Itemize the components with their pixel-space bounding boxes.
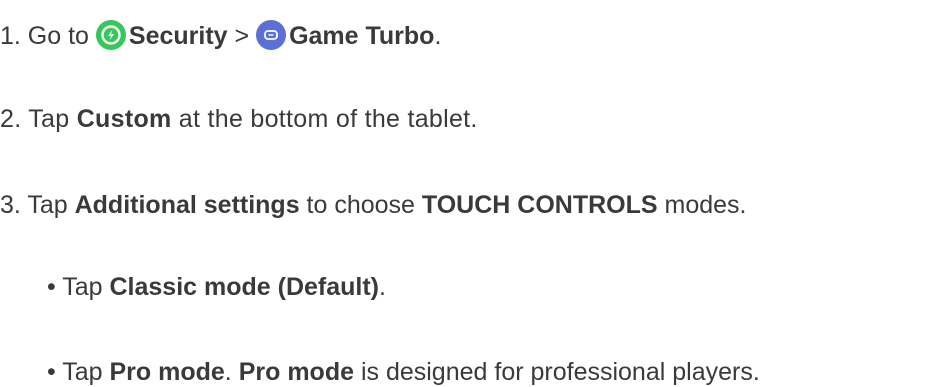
- step-3-middle: to choose: [299, 191, 422, 219]
- pro-mode-label-2: Pro mode: [238, 358, 354, 386]
- step-1-prefix: 1. Go to: [0, 22, 96, 50]
- step-1-suffix: .: [434, 22, 442, 50]
- bullet-1-prefix: • Tap: [47, 273, 110, 301]
- step-2-suffix: at the bottom of the tablet.: [171, 105, 478, 133]
- step-2-prefix: 2. Tap: [0, 105, 77, 133]
- touch-controls-label: TOUCH CONTROLS: [421, 191, 658, 219]
- custom-label: Custom: [76, 105, 172, 133]
- bullet-2-prefix: • Tap: [47, 358, 110, 386]
- security-app-icon: [95, 20, 126, 50]
- step-2: 2. Tap Custom at the bottom of the table…: [0, 104, 478, 134]
- game-turbo-app-icon: [256, 20, 287, 50]
- step-1-separator: >: [227, 22, 257, 50]
- bullet-2-suffix: is designed for professional players.: [354, 358, 760, 386]
- classic-mode-label: Classic mode (Default): [109, 273, 380, 301]
- additional-settings-label: Additional settings: [74, 191, 300, 219]
- bullet-2-middle: .: [224, 358, 239, 386]
- bullet-classic-mode: • Tap Classic mode (Default).: [47, 272, 386, 302]
- bullet-pro-mode: • Tap Pro mode. Pro mode is designed for…: [47, 357, 760, 387]
- step-3: 3. Tap Additional settings to choose TOU…: [0, 190, 747, 220]
- step-3-prefix: 3. Tap: [0, 191, 75, 219]
- security-label: Security: [128, 22, 228, 50]
- pro-mode-label: Pro mode: [109, 358, 225, 386]
- bullet-1-suffix: .: [379, 273, 386, 301]
- game-turbo-label: Game Turbo: [289, 22, 435, 50]
- step-3-suffix: modes.: [657, 191, 747, 219]
- step-1: 1. Go to Security > Game Turbo.: [0, 20, 441, 51]
